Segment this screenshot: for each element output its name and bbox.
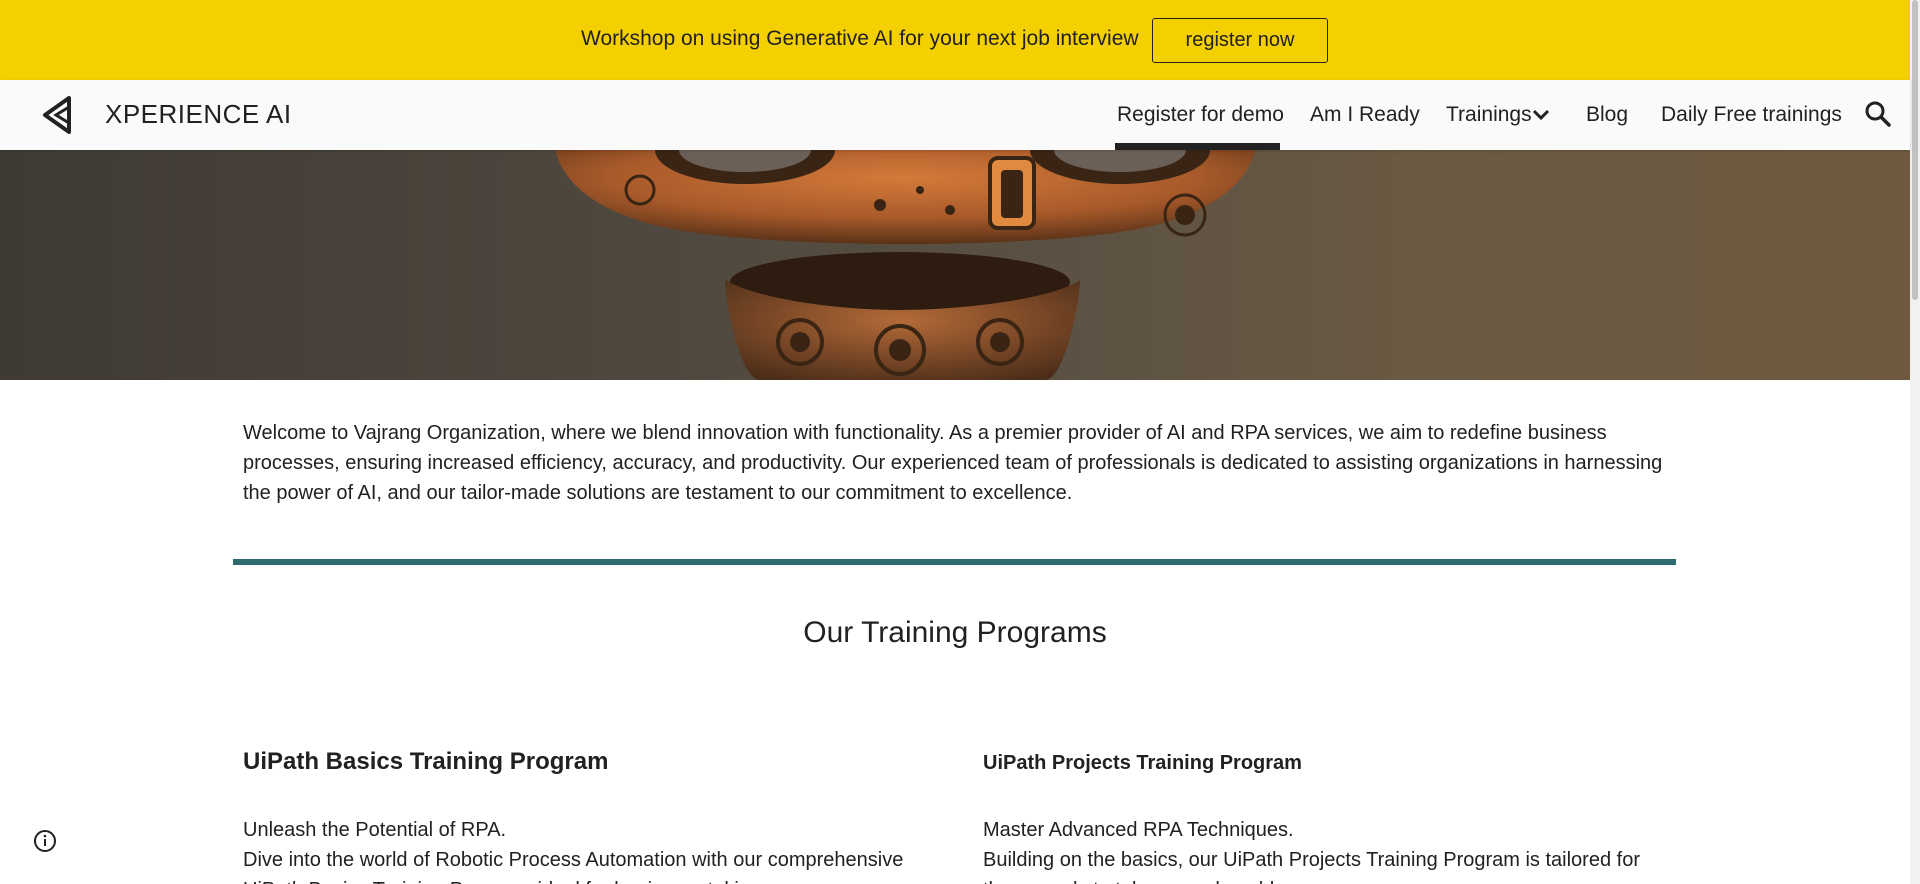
- info-icon[interactable]: [33, 829, 57, 853]
- brand-name[interactable]: XPERIENCE AI: [105, 99, 292, 130]
- section-divider: [233, 559, 1676, 565]
- nav-trainings[interactable]: Trainings: [1446, 103, 1532, 127]
- nav-am-i-ready[interactable]: Am I Ready: [1310, 103, 1420, 127]
- intro-paragraph: Welcome to Vajrang Organization, where w…: [243, 422, 1663, 504]
- banner-text: Workshop on using Generative AI for your…: [581, 27, 1139, 50]
- xperience-logo-icon[interactable]: [39, 95, 79, 135]
- training-programs-heading: Our Training Programs: [803, 616, 1107, 649]
- nav-blog[interactable]: Blog: [1586, 103, 1628, 127]
- robot-hero-image: [0, 150, 1910, 380]
- announcement-banner: Workshop on using Generative AI for your…: [0, 0, 1910, 80]
- site-header: XPERIENCE AI Register for demo Am I Read…: [0, 80, 1910, 150]
- nav-register-for-demo[interactable]: Register for demo: [1117, 103, 1284, 127]
- chevron-down-icon[interactable]: [1532, 108, 1550, 122]
- register-now-button[interactable]: register now: [1152, 18, 1328, 63]
- program-tagline: Unleash the Potential of RPA.: [243, 819, 507, 841]
- program-title-uipath-basics: UiPath Basics Training Program: [243, 748, 609, 775]
- search-icon[interactable]: [1864, 100, 1892, 128]
- program-title-uipath-projects: UiPath Projects Training Program: [983, 752, 1302, 774]
- nav-daily-free-trainings[interactable]: Daily Free trainings: [1661, 103, 1842, 127]
- program-body-uipath-basics: Unleash the Potential of RPA. Dive into …: [243, 815, 943, 884]
- program-body-uipath-projects: Master Advanced RPA Techniques. Building…: [983, 815, 1683, 884]
- program-description: Building on the basics, our UiPath Proje…: [983, 849, 1640, 884]
- scrollbar-thumb[interactable]: [1912, 0, 1918, 300]
- program-description: Dive into the world of Robotic Process A…: [243, 849, 904, 884]
- program-tagline: Master Advanced RPA Techniques.: [983, 819, 1294, 841]
- nav-active-indicator: [1115, 143, 1280, 150]
